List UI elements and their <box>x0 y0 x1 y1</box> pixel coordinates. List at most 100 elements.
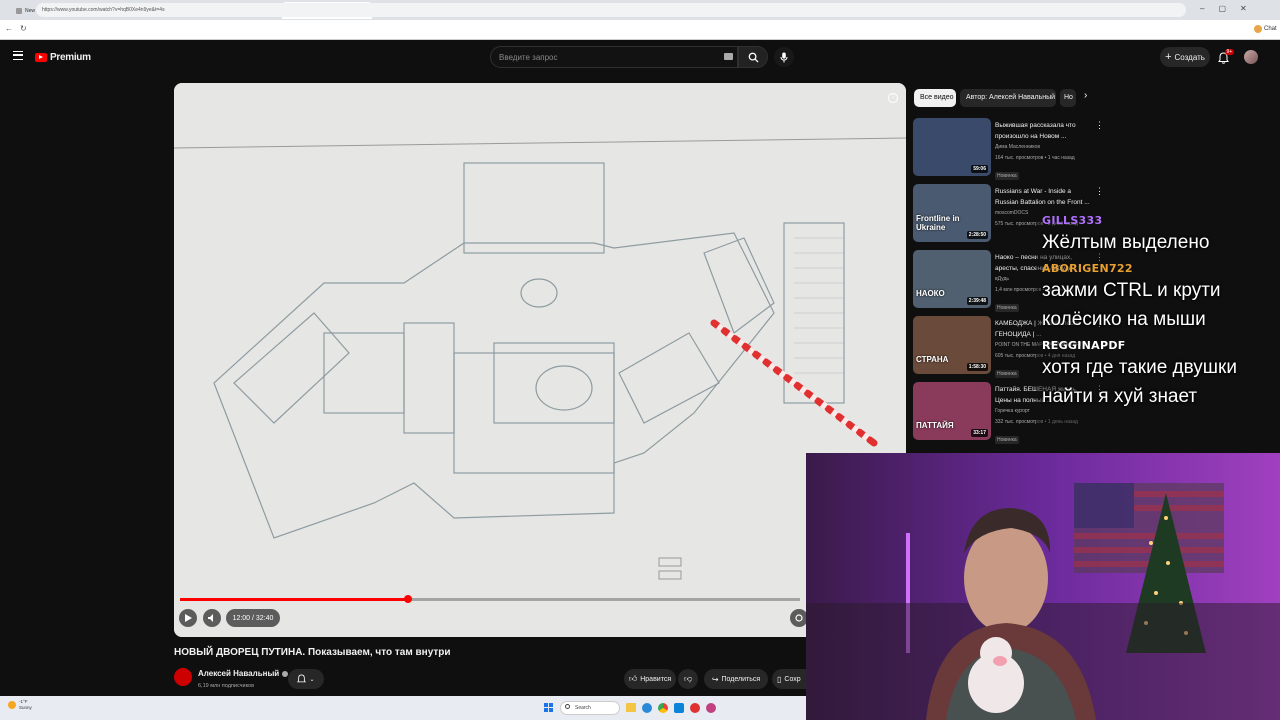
account-avatar[interactable] <box>1244 50 1258 64</box>
chip-author[interactable]: Автор: Алексей Навальный <box>960 89 1056 107</box>
chrome-icon[interactable] <box>658 703 668 713</box>
info-icon[interactable]: i <box>888 93 898 103</box>
channel-name-text: Алексей Навальный <box>198 669 280 678</box>
keyboard-icon[interactable] <box>724 53 733 60</box>
play-button[interactable] <box>179 609 197 627</box>
app-icon[interactable] <box>690 703 700 713</box>
time-display: 12:00 / 32:40 <box>226 609 280 627</box>
chat-message-line: хотя где такие двушки <box>1042 357 1237 378</box>
video-thumbnail[interactable]: Frontline in Ukraine 2:28:50 <box>913 184 991 242</box>
create-label: Создать <box>1174 52 1205 62</box>
video-duration: 2:39:48 <box>966 297 988 305</box>
video-duration: 2:28:50 <box>966 231 988 239</box>
share-label: Поделиться <box>721 675 761 683</box>
profile-chip[interactable]: Chat <box>1254 25 1277 33</box>
video-duration: 1:58:30 <box>966 363 988 371</box>
thumbs-up-icon: 👍︎ <box>628 674 638 683</box>
thumbs-down-icon: 👎︎ <box>683 674 693 683</box>
like-button[interactable]: 👍︎ Нравится <box>624 669 676 689</box>
search-input[interactable]: Введите запрос <box>490 46 738 68</box>
dislike-button[interactable]: 👎︎ <box>678 669 698 689</box>
sidebar-video-item[interactable]: 59:06 Выжившая рассказала что произошло н… <box>913 118 1104 180</box>
video-thumbnail[interactable]: НАОКО 2:39:48 <box>913 250 991 308</box>
more-options-icon[interactable]: ⋮ <box>1095 120 1104 131</box>
youtube-logo[interactable]: Premium <box>35 52 91 63</box>
video-thumbnail[interactable]: 59:06 <box>913 118 991 176</box>
chip-all-videos[interactable]: Все видео <box>914 89 956 107</box>
thumbnail-text: СТРАНА <box>916 355 949 364</box>
progress-fill <box>180 598 408 601</box>
notification-badge: 9+ <box>1225 49 1234 55</box>
video-duration: 59:06 <box>971 165 988 173</box>
new-badge: Новинка <box>995 436 1019 444</box>
floor-plan-drawing <box>174 83 906 637</box>
notifications-button[interactable]: 9+ <box>1218 49 1234 64</box>
like-label: Нравится <box>640 675 672 683</box>
subscribed-button[interactable]: ⌄ <box>288 669 324 689</box>
window-controls[interactable]: –▢✕ <box>1200 4 1261 13</box>
chevron-right-icon[interactable]: › <box>1084 90 1087 101</box>
channel-name[interactable]: Алексей Навальный <box>198 669 289 678</box>
weather-widget[interactable]: -1°F Sunny <box>8 699 32 711</box>
more-options-icon[interactable]: ⋮ <box>1095 186 1104 197</box>
store-icon[interactable] <box>674 703 684 713</box>
play-icon <box>184 614 192 622</box>
new-badge: Новинка <box>995 304 1019 312</box>
search-icon <box>565 704 570 709</box>
chat-username: GILLS333 <box>1042 214 1103 227</box>
voice-search-button[interactable] <box>774 47 794 67</box>
taskbar-apps[interactable] <box>626 703 716 713</box>
logo-text: Premium <box>50 52 91 63</box>
new-badge: Новинка <box>995 370 1019 378</box>
file-explorer-icon[interactable] <box>626 703 636 712</box>
share-icon: ↪ <box>711 674 719 684</box>
video-thumbnail[interactable]: ПАТТАЙЯ 33:17 <box>913 382 991 440</box>
progress-scrubber[interactable] <box>404 595 412 603</box>
plus-icon: + <box>1165 51 1172 63</box>
chat-username: ABORIGEN722 <box>1042 262 1133 275</box>
url-field[interactable]: https://www.youtube.com/watch?v=hqB0Xe4n… <box>36 3 1186 17</box>
app-icon[interactable] <box>706 703 716 713</box>
video-item-channel: Дима Масленников <box>995 144 1040 150</box>
new-badge: Новинка <box>995 172 1019 180</box>
microphone-icon <box>780 52 788 62</box>
channel-avatar[interactable] <box>174 668 192 686</box>
start-button[interactable] <box>544 703 553 712</box>
chat-message-line: колёсико на мыши <box>1042 309 1206 330</box>
gear-icon <box>795 614 803 622</box>
chip-new[interactable]: Но <box>1060 89 1076 107</box>
chat-username: REGGINAPDF <box>1042 339 1126 352</box>
edge-icon[interactable] <box>642 703 652 713</box>
save-button[interactable]: ▯ Сохр <box>772 669 806 689</box>
profile-label: Chat <box>1264 26 1277 32</box>
weather-desc: Sunny <box>19 705 32 710</box>
video-duration: 33:17 <box>971 429 988 437</box>
video-item-meta: 164 тыс. просмотров • 1 час назад <box>995 155 1075 161</box>
share-button[interactable]: ↪ Поделиться <box>704 669 768 689</box>
webcam-feed <box>806 453 1280 720</box>
video-thumbnail[interactable]: СТРАНА 1:58:30 <box>913 316 991 374</box>
thumbnail-text: Frontline in Ukraine <box>916 214 960 232</box>
menu-icon[interactable] <box>13 51 23 60</box>
subscriber-count: 6,19 млн подписчиков <box>198 683 255 689</box>
thumbnail-text: НАОКО <box>916 289 945 298</box>
volume-button[interactable] <box>203 609 221 627</box>
search-icon <box>748 52 759 63</box>
video-item-title: Выжившая рассказала что произошло на Нов… <box>995 122 1076 140</box>
video-item-title: Russians at War - Inside a Russian Batta… <box>995 188 1090 206</box>
chevron-down-icon: ⌄ <box>309 676 315 683</box>
create-button[interactable]: + Создать <box>1160 47 1210 67</box>
bookmark-icon: ▯ <box>777 674 782 684</box>
chat-message-line: зажми CTRL и крути <box>1042 280 1221 301</box>
search-button[interactable] <box>738 46 768 68</box>
save-label: Сохр <box>784 675 801 683</box>
chat-message-line: найти я хуй знает <box>1042 386 1198 407</box>
back-icon[interactable]: ← <box>5 24 13 33</box>
profile-avatar <box>1254 25 1262 33</box>
video-player[interactable]: i <box>174 83 906 637</box>
streamer-camera-image <box>806 453 1280 720</box>
reload-icon[interactable]: ↻ <box>20 24 27 33</box>
address-bar-row <box>0 20 1280 40</box>
chat-message-line: Жёлтым выделено <box>1042 232 1210 253</box>
video-title: НОВЫЙ ДВОРЕЦ ПУТИНА. Показываем, что там… <box>174 647 451 658</box>
